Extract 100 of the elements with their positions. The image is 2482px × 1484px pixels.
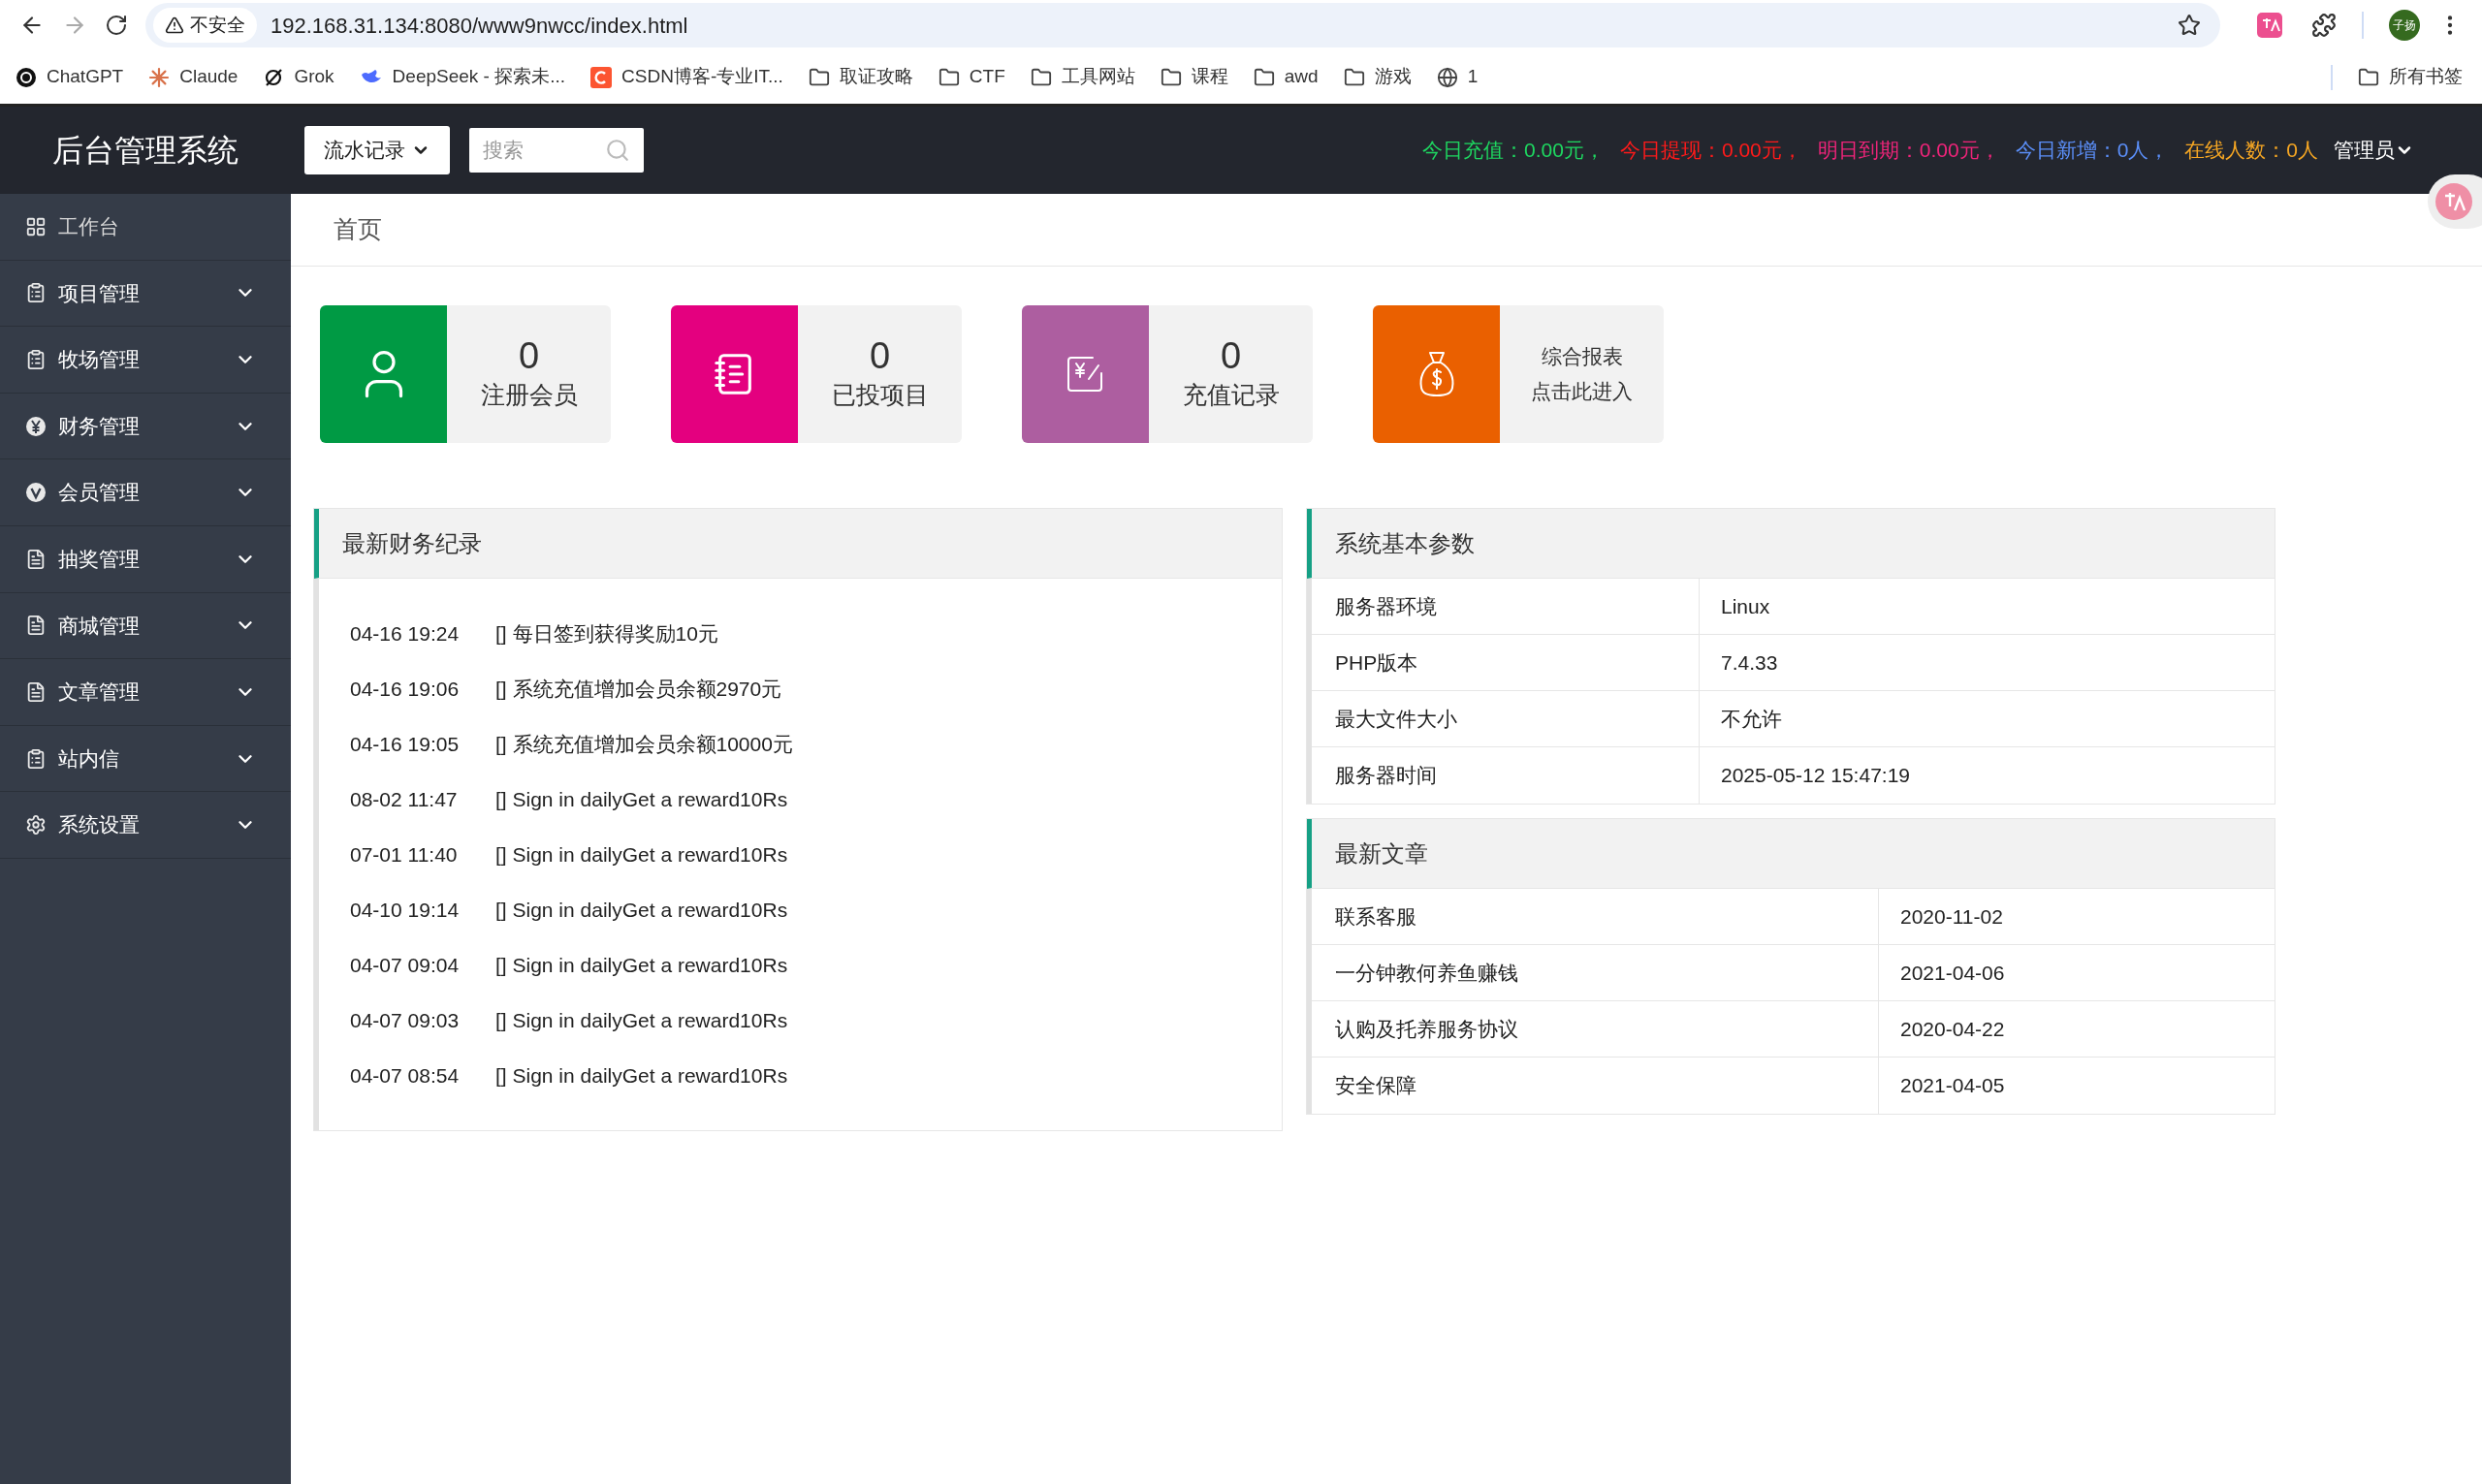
stat-text: 在线人数：0人 (2184, 138, 2318, 164)
record-select[interactable]: 流水记录 (304, 126, 450, 174)
table-cell-text: 2021-04-06 (1900, 960, 2005, 986)
clipboard-icon (25, 747, 47, 770)
stat-text: 今日新增：0人， (2015, 138, 2170, 164)
record-text: [] Sign in dailyGet a reward10Rs (495, 897, 788, 923)
table-cell-text: 2020-04-22 (1900, 1016, 2005, 1042)
sidebar-item[interactable]: 会员管理 (0, 459, 291, 526)
bookmark-item[interactable]: Claude (148, 63, 239, 91)
user-menu[interactable]: 管理员 (2334, 135, 2414, 166)
extensions-icon[interactable] (2311, 13, 2337, 38)
table-cell-text: 服务器时间 (1335, 763, 1437, 789)
breadcrumb[interactable]: 首页 (334, 211, 382, 248)
bookmark-item[interactable]: awd (1253, 63, 1319, 91)
sidebar-item[interactable]: 工作台 (0, 194, 291, 261)
sidebar-item[interactable]: 抽奖管理 (0, 525, 291, 593)
stat-value: 0 (518, 334, 540, 378)
table-cell-text: 安全保障 (1335, 1073, 1416, 1099)
yen-coin-icon (25, 415, 47, 437)
warning-icon (165, 16, 184, 35)
table-cell-text: 2021-04-05 (1900, 1073, 2005, 1099)
search-icon (605, 138, 630, 163)
record-time: 04-10 19:14 (350, 897, 461, 923)
bookmark-item[interactable]: ChatGPT (16, 63, 124, 91)
address-bar[interactable]: 不安全 192.168.31.134:8080/www9nwcc/index.html (145, 3, 2220, 47)
url-text: 192.168.31.134:8080/www9nwcc/index.html (270, 12, 688, 40)
stat-value: 0 (1220, 334, 1242, 378)
bookmark-item[interactable]: 1 (1436, 63, 1479, 91)
bookmark-item[interactable]: 工具网站 (1030, 63, 1135, 91)
sidebar-item[interactable]: 财务管理 (0, 393, 291, 460)
table-cell-text: 联系客服 (1335, 903, 1416, 930)
stat-card[interactable]: 0 注册会员 (320, 305, 611, 443)
bookmark-item[interactable]: CSDN博客-专业IT... (590, 63, 783, 91)
stat-label: 注册会员 (480, 380, 578, 411)
folder-icon (1160, 66, 1182, 88)
clipboard-icon (25, 349, 47, 370)
bookmark-item[interactable]: 取证攻略 (808, 63, 913, 91)
reload-icon[interactable] (105, 14, 128, 37)
search-field[interactable]: 搜索 (469, 128, 644, 173)
c-logo-icon (590, 66, 613, 88)
knot-logo-icon (16, 66, 37, 88)
document-icon (25, 615, 47, 637)
card-text: 点击此进入 (1531, 379, 1633, 404)
bookmark-item[interactable]: Grok (263, 63, 334, 91)
record-time: 04-07 09:03 (350, 1007, 461, 1033)
folder-icon (2358, 66, 2379, 88)
app-title: 后台管理系统 (52, 132, 239, 170)
table-cell-text: 最大文件大小 (1335, 706, 1457, 732)
record-time: 07-01 11:40 (350, 841, 459, 868)
translate-extension-icon[interactable] (2257, 13, 2282, 38)
folder-icon (938, 66, 960, 88)
bookmark-item[interactable]: DeepSeek - 探索未... (359, 63, 566, 91)
stat-label: 已投项目 (831, 380, 929, 411)
stat-card[interactable]: 0 充值记录 (1022, 305, 1313, 443)
stat-card[interactable]: 综合报表 点击此进入 (1373, 305, 1664, 443)
translate-icon (2435, 183, 2472, 220)
security-chip[interactable]: 不安全 (153, 8, 257, 43)
table-cell-text: 7.4.33 (1721, 649, 1778, 676)
record-time: 04-16 19:05 (350, 731, 461, 757)
bookmark-item[interactable]: 游戏 (1343, 63, 1412, 91)
record-text: [] Sign in dailyGet a reward10Rs (495, 1062, 788, 1089)
bookmark-item[interactable]: CTF (938, 63, 1005, 91)
star-icon[interactable] (2178, 14, 2201, 37)
sidebar-item[interactable]: 商城管理 (0, 592, 291, 660)
panel-title: 系统基本参数 (1335, 528, 1475, 558)
panel-title: 最新财务纪录 (342, 528, 482, 558)
all-bookmarks-item[interactable]: 所有书签 (2358, 63, 2463, 91)
record-time: 04-07 08:54 (350, 1062, 461, 1089)
table-cell-text: 不允许 (1721, 706, 1782, 732)
table-cell-text: 服务器环境 (1335, 593, 1437, 619)
record-text: [] Sign in dailyGet a reward10Rs (495, 786, 788, 812)
translate-float-button[interactable] (2428, 174, 2482, 229)
table-cell-text: 2020-11-02 (1900, 903, 2003, 930)
folder-icon (1343, 66, 1365, 88)
record-text: [] 系统充值增加会员余额10000元 (495, 731, 793, 757)
record-text: [] 每日签到获得奖励10元 (495, 620, 718, 647)
sidebar-item[interactable]: 系统设置 (0, 792, 291, 859)
document-icon (25, 548, 47, 570)
clipboard-icon (25, 282, 47, 304)
record-time: 04-16 19:24 (350, 620, 461, 647)
folder-icon (1030, 66, 1052, 88)
table-cell-text: Linux (1721, 593, 1770, 619)
record-time: 04-07 09:04 (350, 952, 461, 978)
stat-card[interactable]: 0 已投项目 (671, 305, 962, 443)
grid-icon (25, 215, 47, 237)
table-cell-text: 2025-05-12 15:47:19 (1721, 763, 1910, 789)
sidebar-item[interactable]: 文章管理 (0, 659, 291, 726)
sidebar-item[interactable]: 牧场管理 (0, 327, 291, 394)
sidebar-item[interactable]: 站内信 (0, 725, 291, 793)
settings-icon (25, 814, 47, 837)
globe-icon (1436, 66, 1458, 88)
card-text: 综合报表 (1541, 344, 1623, 369)
profile-avatar[interactable]: 子扬 (2389, 10, 2420, 41)
stat-label: 充值记录 (1182, 380, 1280, 411)
stat-text: 明日到期：0.00元， (1817, 138, 2000, 164)
sidebar-item[interactable]: 项目管理 (0, 260, 291, 328)
bookmark-item[interactable]: 课程 (1160, 63, 1228, 91)
panel-title: 最新文章 (1335, 838, 1428, 868)
table-cell-text: PHP版本 (1335, 649, 1418, 676)
record-time: 04-16 19:06 (350, 676, 461, 702)
